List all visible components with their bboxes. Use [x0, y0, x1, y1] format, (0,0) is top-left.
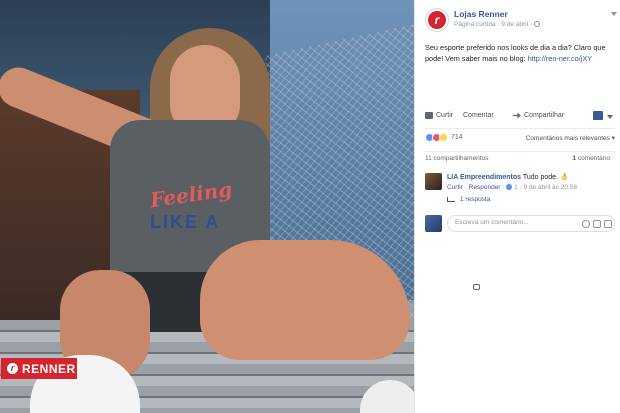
- comment-author[interactable]: LIA Empreendimentos: [447, 174, 521, 181]
- shirt-print-text2: LIKE A: [150, 212, 221, 232]
- page-name-link[interactable]: Lojas Renner: [454, 9, 508, 19]
- post-sidebar: r Lojas Renner Página curtida · 9 de abr…: [414, 0, 620, 413]
- comments-count[interactable]: 1 comentário: [572, 155, 610, 162]
- commenter-avatar[interactable]: [425, 173, 442, 190]
- brand-badge-text: RENNER: [22, 361, 76, 376]
- viewer-avatar-icon[interactable]: [593, 111, 603, 120]
- comment-input-box[interactable]: [447, 215, 615, 232]
- post-header: r Lojas Renner Página curtida · 9 de abr…: [425, 8, 617, 34]
- globe-icon: [534, 21, 541, 28]
- post-photo[interactable]: Feeling LIKE A r RENNER: [0, 0, 414, 413]
- comment-text: Tudo pode. 👌: [522, 174, 569, 181]
- comment-like-count[interactable]: 1: [514, 184, 518, 191]
- brand-badge: r RENNER: [1, 358, 77, 379]
- post-meta: Página curtida · 9 de abril ·: [454, 21, 541, 28]
- comment-reply-link[interactable]: Responder: [469, 184, 501, 191]
- camera-icon[interactable]: [593, 220, 601, 228]
- comments-count-label: comentário: [577, 155, 610, 162]
- comments-count-number: 1: [572, 155, 577, 162]
- like-reaction-icon: [506, 184, 513, 191]
- share-button[interactable]: Compartilhar: [513, 112, 564, 119]
- shirt-print-text: Feeling: [148, 176, 234, 213]
- current-user-avatar: [425, 215, 442, 232]
- reactions-row[interactable]: 714 Comentários mais relevantes ▾: [425, 132, 615, 146]
- reply-arrow-icon: [447, 197, 455, 202]
- viewer-caret-icon[interactable]: [607, 115, 613, 119]
- comment-sort-label: Comentários mais relevantes: [525, 135, 610, 142]
- emoji-icon[interactable]: [582, 220, 590, 228]
- comment-date[interactable]: 9 de abril às 20:58: [523, 184, 576, 191]
- post-link[interactable]: http://ren-ner.co/jXY: [528, 54, 593, 63]
- divider: [425, 151, 615, 152]
- comment-icon: [473, 284, 480, 290]
- comment-body: LIA Empreendimentos Tudo pode. 👌: [447, 173, 569, 181]
- like-label: Curtir: [436, 112, 454, 119]
- comment-composer: [425, 214, 615, 234]
- divider: [425, 128, 615, 129]
- reaction-count[interactable]: 714: [451, 134, 463, 141]
- share-icon: [513, 112, 521, 119]
- view-replies-link[interactable]: 1 resposta: [447, 196, 490, 203]
- comment-sort-dropdown[interactable]: Comentários mais relevantes ▾: [526, 134, 615, 142]
- comment-input[interactable]: [453, 218, 557, 227]
- thumbs-up-icon: [425, 112, 433, 119]
- page-avatar[interactable]: r: [425, 8, 449, 32]
- wow-reaction-icon: [439, 133, 448, 142]
- action-bar: Curtir Comentar Compartilhar: [425, 108, 615, 290]
- renner-logo-icon: r: [7, 363, 18, 374]
- comment-label: Comentar: [463, 112, 494, 119]
- gif-icon[interactable]: [604, 220, 612, 228]
- share-label: Compartilhar: [524, 112, 565, 119]
- renner-logo-icon: r: [428, 11, 446, 29]
- comment-footer: Curtir · Responder · 1 · 9 de abril às 2…: [447, 184, 577, 191]
- like-button[interactable]: Curtir: [425, 112, 453, 119]
- post-options-caret-icon[interactable]: [611, 12, 617, 16]
- photo-leg-right: [200, 240, 410, 360]
- comment-button[interactable]: Comentar: [463, 112, 494, 290]
- shares-count[interactable]: 11 compartilhamentos: [425, 155, 488, 162]
- replies-label: 1 resposta: [460, 196, 491, 203]
- comment-like-link[interactable]: Curtir: [447, 184, 463, 191]
- post-meta-text: Página curtida · 9 de abril ·: [454, 21, 533, 28]
- post-viewer: Feeling LIKE A r RENNER r Lojas Renner P…: [0, 0, 620, 413]
- post-text: Seu esporte preferido nos looks de dia a…: [425, 42, 615, 64]
